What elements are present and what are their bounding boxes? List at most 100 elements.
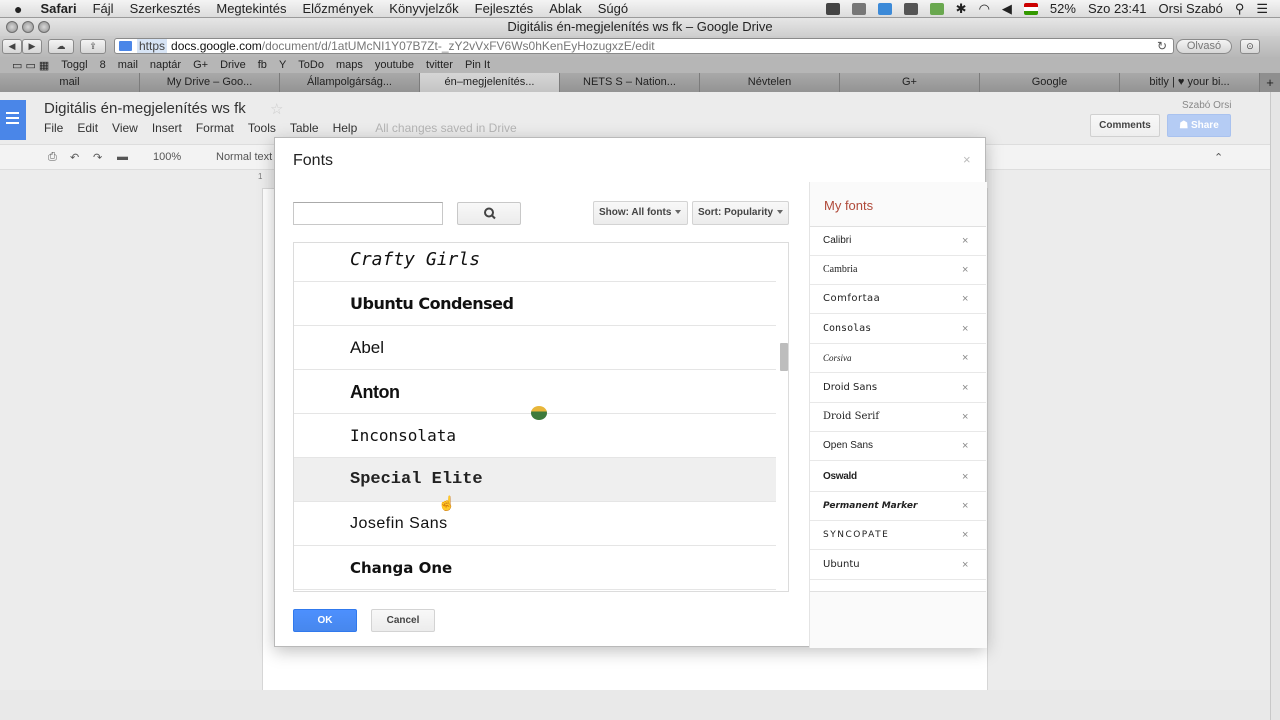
share-page-button[interactable]: ⇪: [80, 39, 106, 54]
reader-button[interactable]: Olvasó: [1176, 39, 1232, 54]
my-font-item[interactable]: Permanent Marker ×: [810, 492, 986, 521]
bookmark-item[interactable]: fb: [252, 59, 273, 71]
sync-icon[interactable]: [929, 2, 944, 15]
docs-menu-format[interactable]: Format: [196, 121, 234, 135]
comments-button[interactable]: Comments: [1090, 114, 1160, 137]
docs-logo-icon[interactable]: [0, 100, 26, 140]
zoom-window-button[interactable]: [38, 21, 50, 33]
my-font-item[interactable]: Droid Serif ×: [810, 403, 986, 432]
redo-icon[interactable]: ↷: [93, 151, 102, 164]
font-list-item[interactable]: Abel: [294, 326, 776, 370]
bookmark-item[interactable]: ToDo: [292, 59, 330, 71]
bookmark-toggle-icon[interactable]: ▭ ▭ ▦: [6, 59, 55, 72]
wifi-icon[interactable]: ◠: [979, 1, 990, 17]
remove-font-icon[interactable]: ×: [962, 521, 968, 549]
tab-my-drive[interactable]: My Drive – Goo...: [140, 73, 280, 92]
tab-mail[interactable]: mail: [0, 73, 140, 92]
collapse-icon[interactable]: ⌃: [1214, 151, 1223, 164]
font-list-item[interactable]: Inconsolata: [294, 414, 776, 458]
font-list-item[interactable]: Changa One: [294, 546, 776, 590]
docs-menu-view[interactable]: View: [112, 121, 138, 135]
font-list-item[interactable]: Josefin Sans: [294, 502, 776, 546]
my-font-item[interactable]: Comfortaa ×: [810, 285, 986, 314]
docs-menu-file[interactable]: File: [44, 121, 63, 135]
remove-font-icon[interactable]: ×: [962, 315, 968, 343]
tab-bitly[interactable]: bitly | ♥ your bi...: [1120, 73, 1260, 92]
notifications-icon[interactable]: ☰: [1256, 1, 1268, 17]
document-title[interactable]: Digitális én-megjelenítés ws fk: [44, 100, 246, 117]
menu-bookmarks[interactable]: Könyvjelzők: [381, 1, 466, 16]
remove-font-icon[interactable]: ×: [962, 551, 968, 579]
undo-icon[interactable]: ↶: [70, 151, 79, 164]
font-list-item[interactable]: Special Elite: [294, 458, 776, 502]
bookmark-item[interactable]: G+: [187, 59, 214, 71]
search-button[interactable]: [457, 202, 521, 225]
twitter-icon[interactable]: [877, 2, 892, 15]
remove-font-icon[interactable]: ×: [962, 344, 968, 372]
menu-file[interactable]: Fájl: [85, 1, 122, 16]
menu-develop[interactable]: Fejlesztés: [467, 1, 542, 16]
font-list-item[interactable]: Ubuntu Condensed: [294, 282, 776, 326]
spotlight-icon[interactable]: ⚲: [1235, 1, 1245, 17]
font-search-input[interactable]: [293, 202, 443, 225]
bookmark-item[interactable]: 8: [94, 59, 112, 71]
bookmark-item[interactable]: naptár: [144, 59, 187, 71]
ok-button[interactable]: OK: [293, 609, 357, 632]
remove-font-icon[interactable]: ×: [962, 492, 968, 520]
sort-dropdown[interactable]: Sort: Popularity: [692, 201, 789, 225]
bookmark-item[interactable]: youtube: [369, 59, 420, 71]
address-bar[interactable]: https docs.google.com/document/d/1atUMcNI…: [114, 38, 1174, 54]
apple-icon[interactable]: ●: [0, 1, 32, 17]
print-icon[interactable]: ⎙: [48, 151, 57, 164]
docs-menu-help[interactable]: Help: [333, 121, 358, 135]
remove-font-icon[interactable]: ×: [962, 403, 968, 431]
my-font-item[interactable]: Syncopate ×: [810, 521, 986, 550]
downloads-button[interactable]: ⊙: [1240, 39, 1260, 54]
style-select[interactable]: Normal text: [216, 151, 272, 163]
clock[interactable]: Szo 23:41: [1088, 1, 1147, 16]
icloud-tabs-button[interactable]: ☁: [48, 39, 74, 54]
menu-history[interactable]: Előzmények: [294, 1, 381, 16]
font-list-scrollbar[interactable]: [780, 343, 788, 371]
remove-font-icon[interactable]: ×: [962, 463, 968, 491]
back-button[interactable]: ◀: [2, 39, 22, 54]
bookmark-item[interactable]: Pin It: [459, 59, 496, 71]
volume-icon[interactable]: ◀: [1002, 1, 1012, 17]
my-font-item[interactable]: Open Sans ×: [810, 432, 986, 461]
tab-allampolgarsag[interactable]: Állampolgárság...: [280, 73, 420, 92]
cancel-button[interactable]: Cancel: [371, 609, 435, 632]
drive-icon[interactable]: [903, 2, 918, 15]
tab-google[interactable]: Google: [980, 73, 1120, 92]
menu-help[interactable]: Súgó: [590, 1, 636, 16]
my-font-item[interactable]: Ubuntu ×: [810, 551, 986, 580]
tab-gplus[interactable]: G+: [840, 73, 980, 92]
bookmark-item[interactable]: Drive: [214, 59, 252, 71]
account-name[interactable]: Szabó Orsi: [1182, 100, 1231, 111]
forward-button[interactable]: ▶: [22, 39, 42, 54]
user-menu[interactable]: Orsi Szabó: [1159, 1, 1223, 16]
camera-icon[interactable]: [825, 2, 840, 15]
zoom-select[interactable]: 100%: [153, 151, 181, 163]
docs-menu-tools[interactable]: Tools: [248, 121, 276, 135]
tab-nets[interactable]: NETS S – Nation...: [560, 73, 700, 92]
menu-view[interactable]: Megtekintés: [208, 1, 294, 16]
remove-font-icon[interactable]: ×: [962, 256, 968, 284]
bluetooth-icon[interactable]: ✱: [956, 1, 967, 17]
share-button[interactable]: ☗ Share: [1167, 114, 1231, 137]
remove-font-icon[interactable]: ×: [962, 227, 968, 255]
my-font-item[interactable]: Calibri ×: [810, 227, 986, 256]
my-font-item[interactable]: Droid Sans ×: [810, 374, 986, 403]
bookmark-item[interactable]: Y: [273, 59, 292, 71]
remove-font-icon[interactable]: ×: [962, 374, 968, 402]
remove-font-icon[interactable]: ×: [962, 285, 968, 313]
docs-menu-insert[interactable]: Insert: [152, 121, 182, 135]
flag-icon[interactable]: [1023, 2, 1038, 15]
my-font-item[interactable]: Oswald ×: [810, 463, 986, 492]
bookmark-item[interactable]: tvitter: [420, 59, 459, 71]
evernote-icon[interactable]: [851, 2, 866, 15]
tab-current-document[interactable]: én–megjelenítés...: [420, 73, 560, 92]
tab-nevtelen[interactable]: Névtelen: [700, 73, 840, 92]
reload-icon[interactable]: ↻: [1157, 39, 1167, 53]
remove-font-icon[interactable]: ×: [962, 432, 968, 460]
close-window-button[interactable]: [6, 21, 18, 33]
